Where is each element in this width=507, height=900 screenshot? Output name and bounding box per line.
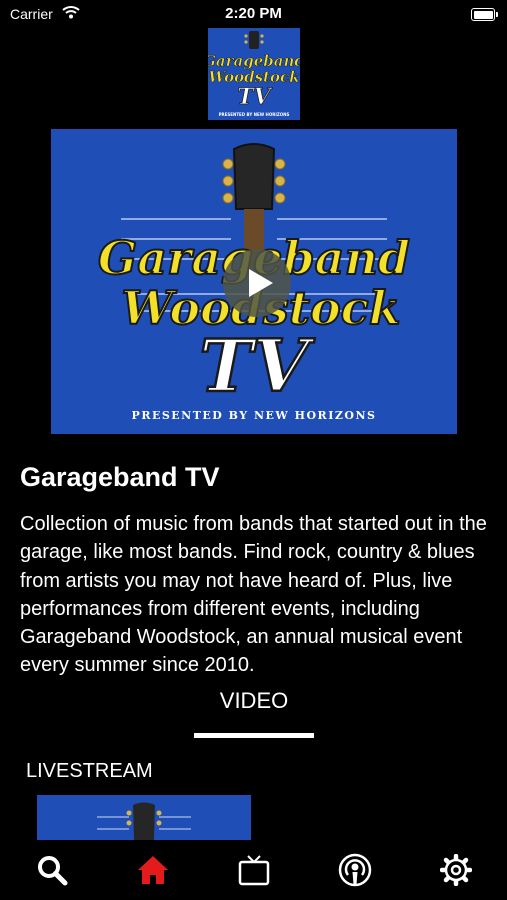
video-player[interactable]: Garageband Woodstock TV PRESENTED BY NEW… — [51, 129, 457, 434]
nav-home[interactable] — [135, 852, 171, 888]
channel-logo: Garageband Woodstock TV PRESENTED BY NEW… — [208, 28, 300, 120]
home-icon — [138, 856, 168, 884]
tv-icon — [238, 855, 270, 886]
play-button[interactable] — [223, 249, 291, 317]
nav-settings[interactable] — [438, 852, 474, 888]
nav-tv[interactable] — [236, 852, 272, 888]
clock: 2:20 PM — [225, 5, 282, 22]
livestream-thumbnail[interactable] — [37, 795, 251, 840]
logo-line3: TV — [237, 84, 272, 110]
logo-tagline: PRESENTED BY NEW HORIZONS — [219, 112, 290, 117]
search-icon — [38, 856, 68, 886]
status-bar: Carrier 2:20 PM — [0, 0, 507, 30]
podcast-icon — [338, 853, 372, 887]
battery-icon — [471, 8, 498, 21]
tab-active-indicator — [194, 733, 314, 738]
channel-description: Collection of music from bands that star… — [20, 513, 487, 677]
tab-video[interactable]: VIDEO — [194, 688, 314, 714]
hero-tagline: PRESENTED BY NEW HORIZONS — [132, 409, 377, 422]
gear-icon — [440, 854, 472, 886]
nav-podcasts[interactable] — [337, 852, 373, 888]
bottom-nav — [0, 840, 507, 900]
section-title-livestream: LIVESTREAM — [26, 760, 153, 782]
hero-logo-line3: TV — [199, 323, 315, 408]
channel-title: Garageband TV — [20, 462, 220, 492]
nav-search[interactable] — [34, 852, 70, 888]
